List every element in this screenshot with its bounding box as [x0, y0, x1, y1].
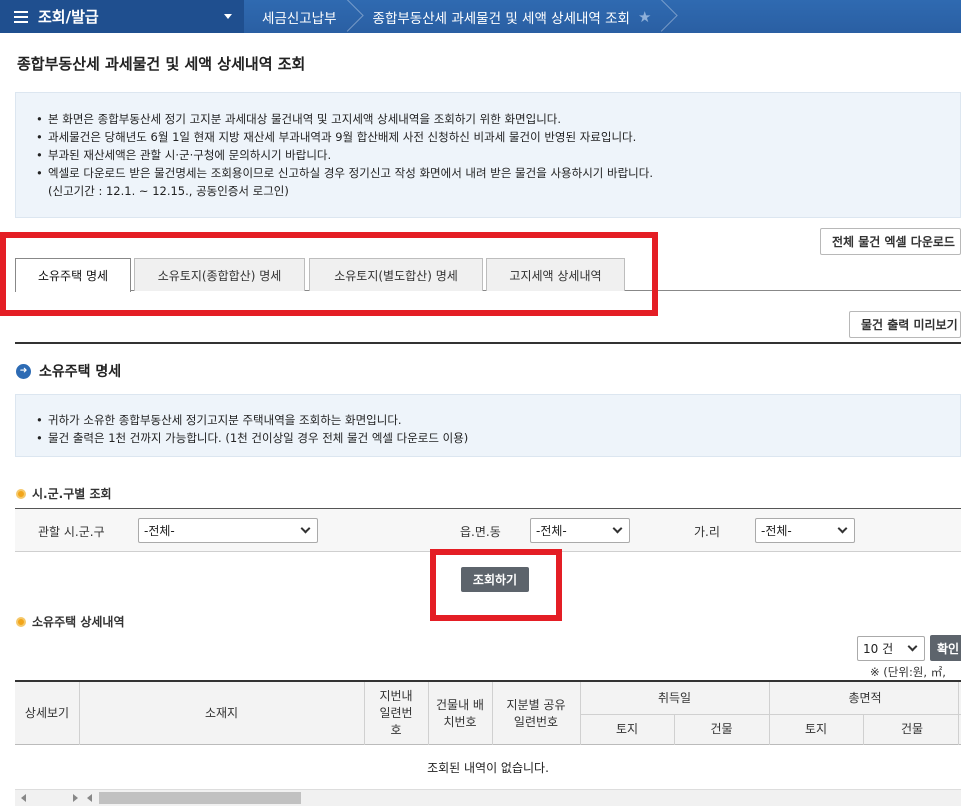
scroll-right-icon[interactable]	[73, 794, 78, 802]
excel-download-button[interactable]: 전체 물건 엑셀 다운로드	[820, 228, 961, 255]
bullet-icon	[16, 616, 26, 627]
section-notice-item: 물건 출력은 1천 건까지 가능합니다. (1천 건이상일 경우 전체 물건 엑…	[36, 429, 960, 447]
section-notice-box: 귀하가 소유한 종합부동산세 정기고지분 주택내역을 조회하는 화면입니다. 물…	[15, 394, 961, 457]
notice-item: 본 화면은 종합부동산세 정기 고지분 과세대상 물건내역 및 고지세액 상세내…	[36, 110, 960, 128]
chevron-down-icon	[300, 523, 311, 534]
highlight-tabs	[0, 232, 658, 316]
eup-label: 읍.면.동	[460, 525, 501, 539]
section-title: ➜ 소유주택 명세	[16, 361, 121, 381]
bullet-icon	[16, 488, 26, 499]
header-building-no: 건물내 배치번호	[436, 697, 484, 729]
chevron-down-icon	[837, 523, 848, 534]
header-view: 상세보기	[24, 706, 70, 720]
header-acq-land: 토지	[615, 722, 639, 736]
chevron-down-icon	[612, 523, 623, 534]
menu-label: 조회/발급	[38, 8, 99, 26]
horizontal-scrollbar[interactable]	[15, 790, 961, 806]
top-nav-bar: 조회/발급 세금신고납부 종합부동산세 과세물건 및 세액 상세내역 조회 ★	[0, 0, 961, 33]
header-area-land: 토지	[804, 722, 828, 736]
page-title: 종합부동산세 과세물건 및 세액 상세내역 조회	[17, 55, 306, 73]
ri-select[interactable]: -전체-	[755, 518, 855, 543]
print-preview-button[interactable]: 물건 출력 미리보기	[849, 311, 961, 338]
header-total-area: 총면적	[848, 690, 882, 705]
notice-item: 엑셀로 다운로드 받은 물건명세는 조회용이므로 신고하실 경우 정기신고 작성…	[36, 164, 960, 182]
grid-line	[492, 682, 493, 745]
ri-label: 가.리	[694, 525, 720, 539]
hamburger-icon	[14, 8, 28, 26]
sigungu-select[interactable]: -전체-	[138, 518, 318, 543]
page-size-select[interactable]: 10 건	[857, 636, 925, 661]
header-acq-building: 건물	[710, 722, 733, 736]
grid-line	[79, 682, 80, 745]
filter-panel: 관할 시.군.구 -전체- 읍.면.동 -전체- 가.리 -전체-	[15, 508, 961, 552]
breadcrumb-tax-filing[interactable]: 세금신고납부	[244, 0, 351, 33]
eup-select[interactable]: -전체-	[530, 518, 630, 543]
header-acquire-date: 취득일	[657, 690, 692, 705]
section-notice-item: 귀하가 소유한 종합부동산세 정기고지분 주택내역을 조회하는 화면입니다.	[36, 411, 960, 429]
notice-item: 부과된 재산세액은 관할 시·군·구청에 문의하시기 바랍니다.	[36, 146, 960, 164]
grid-line	[428, 682, 429, 745]
divider	[15, 342, 961, 344]
favorite-star-icon[interactable]: ★	[638, 8, 651, 26]
caret-down-icon	[224, 14, 232, 19]
scroll-left-icon[interactable]	[87, 794, 92, 802]
notice-sub: (신고기간 : 12.1. ~ 12.15., 공동인증서 로그인)	[48, 184, 289, 198]
detail-title: 소유주택 상세내역	[16, 613, 125, 630]
empty-message: 조회된 내역이 없습니다.	[15, 745, 961, 790]
grid-line	[580, 714, 961, 715]
header-location: 소재지	[204, 706, 239, 720]
breadcrumb-current[interactable]: 종합부동산세 과세물건 및 세액 상세내역 조회 ★	[351, 0, 666, 33]
grid-line	[674, 714, 675, 745]
table-header: 상세보기 소재지 지번내 일련번호 건물내 배치번호 지분별 공유일련번호 취득…	[15, 680, 961, 745]
highlight-search-button	[430, 549, 562, 621]
header-area-building: 건물	[900, 722, 924, 736]
unit-note: ※ (단위:원, ㎡,	[870, 665, 946, 679]
confirm-button[interactable]: 확인	[930, 635, 961, 661]
chevron-down-icon	[907, 641, 918, 652]
grid-line	[364, 682, 365, 745]
notice-box: 본 화면은 종합부동산세 정기 고지분 과세대상 물건내역 및 고지세액 상세내…	[15, 92, 961, 218]
scroll-left-icon[interactable]	[21, 794, 26, 802]
menu-dropdown-button[interactable]: 조회/발급	[0, 0, 244, 33]
arrow-circle-icon: ➜	[16, 363, 31, 379]
header-lot-no: 지번내 일련번호	[379, 689, 413, 737]
header-share-no: 지분별 공유일련번호	[506, 697, 566, 729]
notice-item: 과세물건은 당해년도 6월 1일 현재 지방 재산세 부과내역과 9월 합산배제…	[36, 128, 960, 146]
grid-line	[863, 714, 864, 745]
scrollbar-thumb[interactable]	[99, 792, 301, 804]
sigungu-label: 관할 시.군.구	[38, 525, 105, 539]
filter-title: 시.군.구별 조회	[16, 485, 112, 502]
detail-table: 상세보기 소재지 지번내 일련번호 건물내 배치번호 지분별 공유일련번호 취득…	[15, 680, 961, 790]
